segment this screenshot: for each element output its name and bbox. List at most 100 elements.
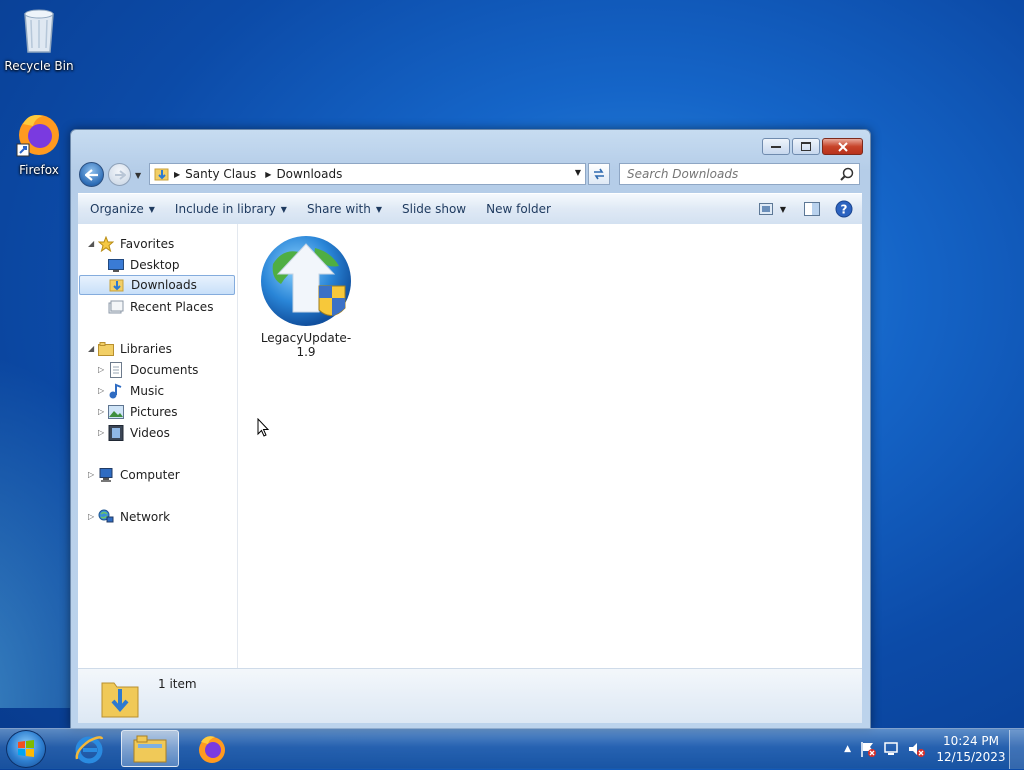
help-button[interactable]: ? xyxy=(832,198,856,220)
close-button[interactable] xyxy=(822,138,863,155)
view-options-dropdown[interactable]: ▼ xyxy=(780,205,786,214)
organize-label: Organize xyxy=(90,202,144,216)
clock[interactable]: 10:24 PM 12/15/2023 xyxy=(933,733,1009,765)
star-icon xyxy=(98,236,114,252)
downloads-folder-icon xyxy=(109,277,125,293)
explorer-body: ◢ Favorites Desktop Downloads Recent Pla… xyxy=(78,224,862,668)
downloads-folder-icon xyxy=(154,168,169,181)
view-icon xyxy=(758,203,773,215)
breadcrumb-santy-claus[interactable]: Santy Claus xyxy=(185,167,256,181)
search-input[interactable] xyxy=(627,167,832,181)
taskbar: ▲ 10:24 PM 12/15/2023 xyxy=(0,728,1024,769)
collapse-favorites-icon[interactable]: ◢ xyxy=(88,239,94,248)
show-hidden-icons-button[interactable]: ▲ xyxy=(844,744,851,754)
navigation-bar: ▼ ▶ Santy Claus ▶ Downloads ▼ xyxy=(79,161,862,189)
taskbar-internet-explorer[interactable] xyxy=(60,730,118,767)
slide-show-button[interactable]: Slide show xyxy=(392,197,476,221)
firefox-icon xyxy=(16,115,59,157)
file-item[interactable]: LegacyUpdate-1.9 xyxy=(256,234,356,359)
minimize-button[interactable] xyxy=(762,138,790,155)
downloads-folder-large-icon xyxy=(101,682,139,718)
maximize-icon xyxy=(801,142,811,151)
search-icon[interactable] xyxy=(840,167,854,181)
address-bar[interactable]: ▶ Santy Claus ▶ Downloads ▼ xyxy=(149,163,586,185)
breadcrumb-downloads[interactable]: Downloads xyxy=(276,167,342,181)
nav-item-recent-places[interactable]: Recent Places xyxy=(108,297,213,317)
nav-favorites[interactable]: Favorites xyxy=(98,234,174,254)
nav-item-label: Pictures xyxy=(130,405,178,419)
nav-libraries[interactable]: Libraries xyxy=(98,339,172,359)
command-bar: Organize ▼ Include in library ▼ Share with… xyxy=(78,193,862,224)
nav-computer-label: Computer xyxy=(120,468,180,482)
nav-item-pictures[interactable]: Pictures xyxy=(108,402,178,422)
breadcrumb-separator[interactable]: ▶ xyxy=(265,170,271,179)
expand-arrow-icon[interactable]: ▷ xyxy=(88,512,94,521)
nav-item-videos[interactable]: Videos xyxy=(108,423,170,443)
slide-show-label: Slide show xyxy=(402,202,467,216)
nav-item-label: Recent Places xyxy=(130,300,214,314)
music-icon xyxy=(108,383,124,399)
expand-arrow-icon[interactable]: ▷ xyxy=(98,428,104,437)
desktop-icon-recycle-bin[interactable]: Recycle Bin xyxy=(4,6,74,73)
close-icon xyxy=(837,141,848,152)
include-in-library-button[interactable]: Include in library ▼ xyxy=(165,197,297,221)
file-name: LegacyUpdate-1.9 xyxy=(260,331,352,359)
item-count: 1 item xyxy=(158,677,197,691)
preview-pane-button[interactable] xyxy=(800,198,824,220)
navigation-pane: ◢ Favorites Desktop Downloads Recent Pla… xyxy=(78,224,238,668)
nav-item-downloads[interactable]: Downloads xyxy=(79,275,235,295)
nav-item-music[interactable]: Music xyxy=(108,381,164,401)
minimize-icon xyxy=(771,145,781,148)
nav-item-label: Music xyxy=(130,384,165,398)
start-button[interactable] xyxy=(6,730,46,768)
file-list: LegacyUpdate-1.9 xyxy=(238,224,862,668)
expand-arrow-icon[interactable]: ▷ xyxy=(98,407,104,416)
nav-network[interactable]: Network xyxy=(98,507,170,527)
nav-item-label: Downloads xyxy=(131,278,197,292)
back-button[interactable] xyxy=(79,162,104,187)
chevron-down-icon: ▼ xyxy=(148,204,155,214)
breadcrumb-separator[interactable]: ▶ xyxy=(174,170,180,179)
nav-computer[interactable]: Computer xyxy=(98,465,180,485)
recent-pages-dropdown[interactable]: ▼ xyxy=(135,171,141,180)
nav-item-desktop[interactable]: Desktop xyxy=(108,255,180,275)
expand-arrow-icon[interactable]: ▷ xyxy=(98,365,104,374)
expand-arrow-icon[interactable]: ▷ xyxy=(98,386,104,395)
arrow-right-icon xyxy=(114,169,126,180)
clock-date: 12/15/2023 xyxy=(936,750,1006,764)
speaker-muted-icon[interactable] xyxy=(907,740,925,758)
nav-item-label: Desktop xyxy=(130,258,180,272)
taskbar-windows-explorer[interactable] xyxy=(121,730,179,767)
desktop-icon-firefox[interactable]: Firefox xyxy=(4,110,74,177)
svg-text:?: ? xyxy=(841,203,848,217)
expand-arrow-icon[interactable]: ▷ xyxy=(88,470,94,479)
documents-icon xyxy=(108,362,124,378)
collapse-libraries-icon[interactable]: ◢ xyxy=(88,344,94,353)
nav-item-documents[interactable]: Documents xyxy=(108,360,198,380)
clock-time: 10:24 PM xyxy=(943,734,999,748)
network-icon xyxy=(98,509,114,525)
pictures-icon xyxy=(108,404,124,420)
taskbar-firefox[interactable] xyxy=(183,730,241,767)
share-with-button[interactable]: Share with ▼ xyxy=(297,197,392,221)
chevron-down-icon: ▼ xyxy=(280,204,287,214)
search-box[interactable] xyxy=(619,163,860,185)
windows-logo-icon xyxy=(18,740,34,757)
recycle-bin-icon xyxy=(24,9,54,53)
new-folder-label: New folder xyxy=(486,202,551,216)
arrow-left-icon xyxy=(84,168,98,181)
details-pane: 1 item xyxy=(78,668,862,723)
organize-button[interactable]: Organize ▼ xyxy=(80,197,165,221)
nav-network-label: Network xyxy=(120,510,171,524)
address-dropdown[interactable]: ▼ xyxy=(575,168,581,177)
forward-button[interactable] xyxy=(108,163,131,186)
maximize-button[interactable] xyxy=(792,138,820,155)
new-folder-button[interactable]: New folder xyxy=(476,197,561,221)
refresh-button[interactable] xyxy=(588,163,610,185)
notification-area: ▲ 10:24 PM 12/15/2023 xyxy=(844,729,1024,769)
help-icon: ? xyxy=(835,200,853,218)
change-view-button[interactable] xyxy=(754,198,778,220)
show-desktop-button[interactable] xyxy=(1009,729,1024,769)
action-center-flag-icon[interactable] xyxy=(859,740,877,758)
network-status-icon[interactable] xyxy=(883,740,901,758)
